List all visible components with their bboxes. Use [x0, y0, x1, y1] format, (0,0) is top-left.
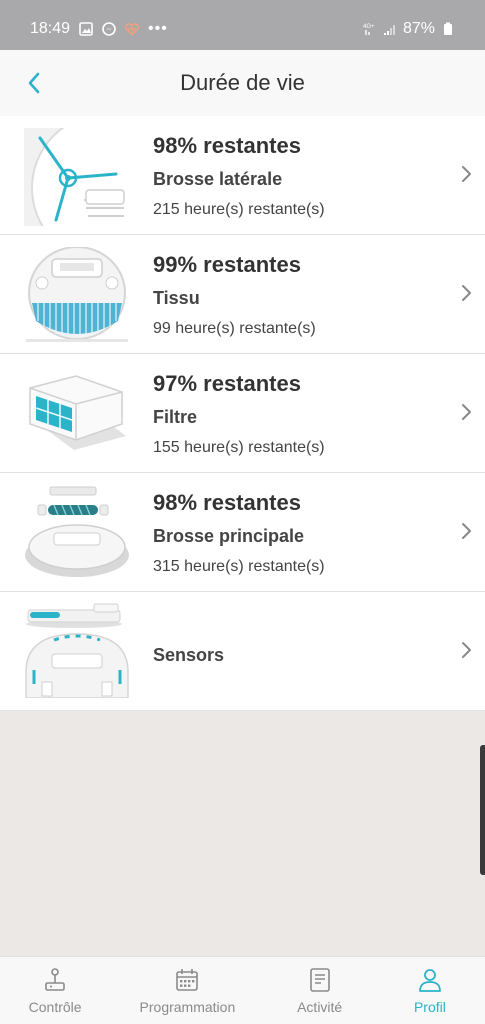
- status-bar: 18:49 ••• 4G+ 87%: [0, 0, 485, 50]
- list-item-filtre[interactable]: 97% restantes Filtre 155 heure(s) restan…: [0, 354, 485, 473]
- battery-text: 87%: [402, 20, 435, 37]
- sensors-image: [25, 603, 129, 698]
- nav-label: Profil: [413, 999, 446, 1015]
- status-left: 18:49 •••: [30, 20, 168, 38]
- component-name: Tissu: [153, 288, 200, 308]
- nav-label: Contrôle: [28, 999, 82, 1015]
- remaining-hours: 99 heure(s) restante(s): [153, 320, 316, 337]
- remaining-hours: 215 heure(s) restante(s): [153, 201, 325, 218]
- signal-icon: [383, 25, 395, 35]
- component-name: Brosse principale: [153, 526, 305, 546]
- health-icon: [125, 23, 139, 36]
- nav-item-programmation[interactable]: Programmation: [110, 957, 264, 1024]
- filter-image: [28, 375, 126, 450]
- nav-item-activite[interactable]: Activité: [265, 957, 375, 1024]
- row-text: 99% restantes Tissu 99 heure(s) restante…: [153, 251, 316, 339]
- main-brush-image: [25, 486, 129, 577]
- svg-text:4G+: 4G+: [363, 24, 375, 30]
- side-brush-image: [24, 128, 130, 226]
- remaining-percent: 97% restantes: [153, 371, 301, 396]
- edge-panel-handle[interactable]: [480, 745, 485, 875]
- mop-cloth-image: [26, 247, 128, 342]
- list-item-brosse-principale[interactable]: 98% restantes Brosse principale 315 heur…: [0, 473, 485, 592]
- remaining-percent: 98% restantes: [153, 133, 301, 158]
- more-icon: •••: [148, 20, 168, 37]
- header: Durée de vie: [0, 50, 485, 116]
- wifi-calling-icon: 4G+: [363, 24, 375, 35]
- remaining-percent: 99% restantes: [153, 252, 301, 277]
- messenger-icon: [102, 22, 116, 36]
- page-title: Durée de vie: [180, 70, 305, 95]
- nav-item-controle[interactable]: Contrôle: [0, 957, 110, 1024]
- person-icon: [418, 969, 441, 992]
- chevron-right-icon: [462, 642, 471, 658]
- chevron-right-icon: [462, 523, 471, 539]
- row-text: 98% restantes Brosse principale 315 heur…: [153, 489, 325, 577]
- list-item-brosse-laterale[interactable]: 98% restantes Brosse latérale 215 heure(…: [0, 116, 485, 235]
- battery-icon: [444, 22, 452, 35]
- component-name: Filtre: [153, 407, 198, 427]
- chevron-right-icon: [462, 285, 471, 301]
- nav-item-profil[interactable]: Profil: [375, 957, 485, 1024]
- row-text: 98% restantes Brosse latérale 215 heure(…: [153, 132, 325, 220]
- status-time: 18:49: [30, 20, 71, 37]
- image-icon: [79, 22, 93, 36]
- nav-label: Activité: [297, 999, 343, 1015]
- list-item-tissu[interactable]: 99% restantes Tissu 99 heure(s) restante…: [0, 235, 485, 354]
- document-icon: [309, 968, 330, 992]
- row-text: 97% restantes Filtre 155 heure(s) restan…: [153, 370, 325, 458]
- chevron-right-icon: [462, 166, 471, 182]
- component-name: Sensors: [153, 645, 225, 665]
- bottom-nav: Contrôle Programmation Activité Profil: [0, 956, 485, 1024]
- calendar-icon: [176, 969, 199, 991]
- remaining-hours: 315 heure(s) restante(s): [153, 558, 325, 575]
- component-list: 98% restantes Brosse latérale 215 heure(…: [0, 116, 485, 711]
- chevron-right-icon: [462, 404, 471, 420]
- remaining-hours: 155 heure(s) restante(s): [153, 439, 325, 456]
- status-right: 4G+ 87%: [363, 20, 455, 38]
- remaining-percent: 98% restantes: [153, 490, 301, 515]
- nav-label: Programmation: [139, 999, 236, 1015]
- list-item-sensors[interactable]: Sensors: [0, 592, 485, 711]
- component-name: Brosse latérale: [153, 169, 283, 189]
- joystick-icon: [45, 968, 65, 991]
